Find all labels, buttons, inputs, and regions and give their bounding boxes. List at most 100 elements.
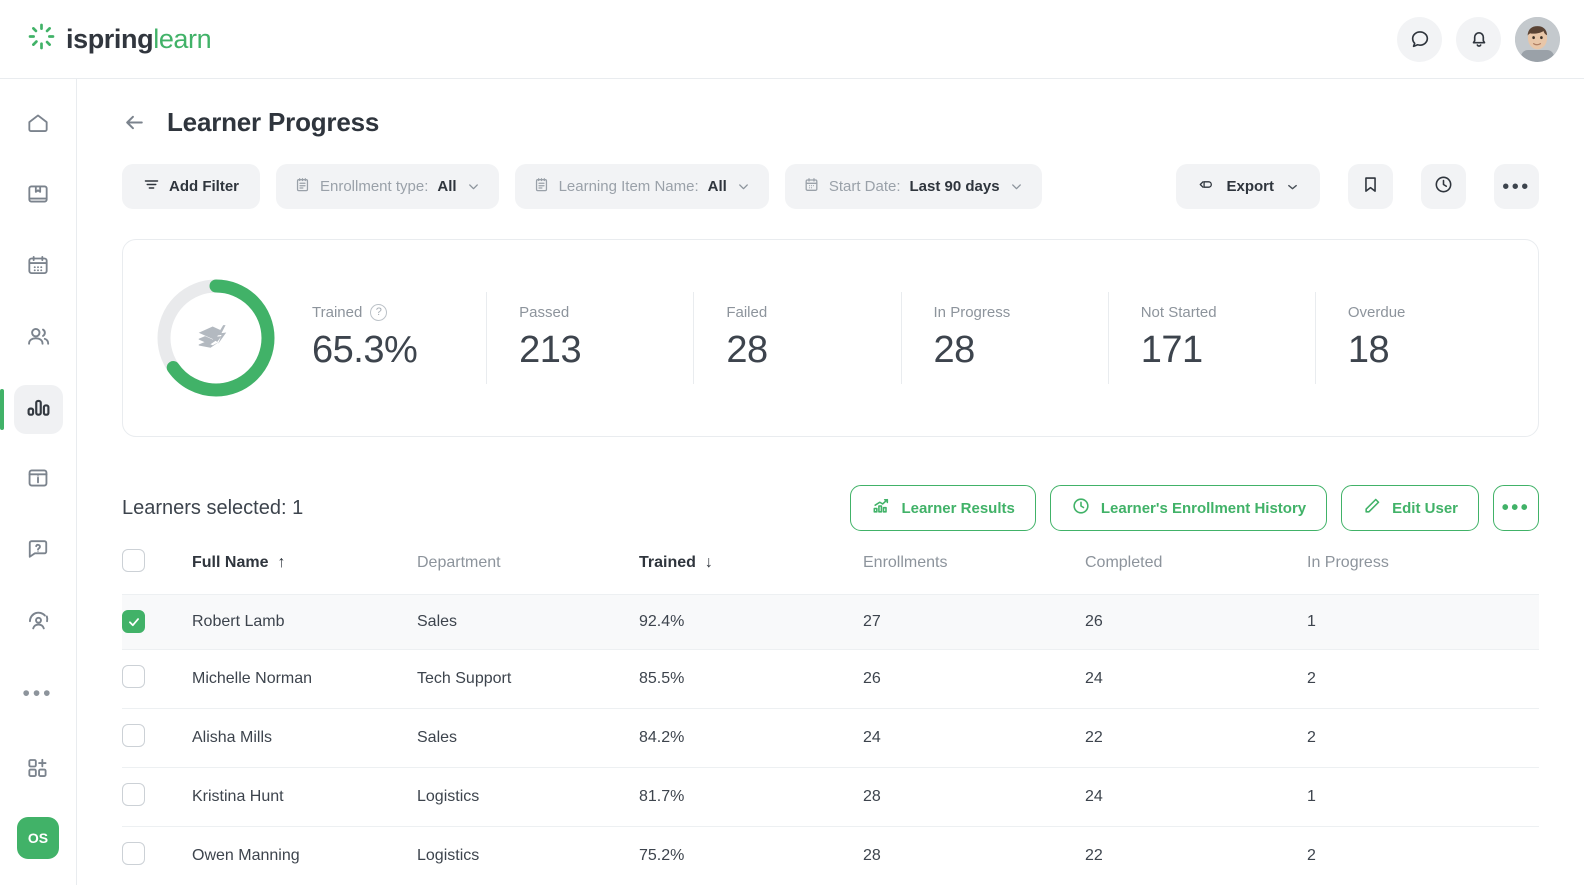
bell-icon[interactable] (1456, 17, 1501, 62)
header-completed[interactable]: Completed (1085, 549, 1307, 595)
stat-label-text: Failed (726, 304, 767, 321)
app-root: ispringlearn (0, 0, 1584, 885)
learners-selected-count: Learners selected: 1 (122, 497, 303, 520)
cell-trained: 84.2% (639, 708, 863, 767)
list-doc-icon (533, 176, 550, 198)
summary-card: Trained ? 65.3% Passed 213 Failed 28 In … (122, 239, 1539, 437)
sidebar-item-performance[interactable] (14, 598, 63, 647)
learner-results-button[interactable]: Learner Results (850, 485, 1035, 531)
header-full-name[interactable]: Full Name ↑ (192, 549, 417, 595)
chevron-down-icon (466, 179, 481, 194)
bookmark-button[interactable] (1348, 164, 1393, 209)
chevron-down-icon (736, 179, 751, 194)
starburst-icon (28, 23, 55, 55)
table-row[interactable]: Owen Manning Logistics 75.2% 28 22 2 (122, 826, 1539, 885)
table-row[interactable]: Michelle Norman Tech Support 85.5% 26 24… (122, 649, 1539, 708)
sort-desc-icon: ↓ (705, 554, 713, 572)
cell-department: Sales (417, 595, 639, 650)
sidebar: ••• OS (0, 79, 77, 885)
sidebar-item-home[interactable] (14, 101, 63, 150)
sidebar-item-info[interactable] (14, 456, 63, 505)
stat-label-text: Overdue (1348, 304, 1406, 321)
sidebar-item-apps[interactable] (14, 746, 63, 795)
row-checkbox[interactable] (122, 783, 145, 806)
filter-chip-label: Learning Item Name: (559, 178, 699, 195)
filter-chip-learning-item-name[interactable]: Learning Item Name: All (515, 164, 769, 209)
stat-value: 65.3% (312, 329, 486, 372)
row-checkbox[interactable] (122, 665, 145, 688)
row-checkbox[interactable] (122, 724, 145, 747)
header-label: Full Name (192, 554, 268, 572)
help-icon[interactable]: ? (370, 304, 387, 321)
main-content: Learner Progress Add Filter (77, 79, 1584, 885)
header-enrollments[interactable]: Enrollments (863, 549, 1085, 595)
question-bubble-icon (25, 536, 51, 567)
cell-completed: 24 (1085, 767, 1307, 826)
sidebar-item-calendar[interactable] (14, 243, 63, 292)
select-all-checkbox[interactable] (122, 549, 145, 572)
learners-table: Full Name ↑ Department Trained ↓ (122, 549, 1539, 885)
row-checkbox[interactable] (122, 610, 145, 633)
sidebar-item-users[interactable] (14, 314, 63, 363)
stat-passed: Passed 213 (486, 292, 693, 384)
layers-lightning-icon (154, 276, 278, 400)
row-select-cell (122, 826, 192, 885)
user-avatar[interactable] (1515, 17, 1560, 62)
export-label: Export (1226, 178, 1274, 195)
more-dots-icon: ••• (22, 683, 53, 704)
cell-trained: 85.5% (639, 649, 863, 708)
learner-enrollment-history-button[interactable]: Learner's Enrollment History (1050, 485, 1327, 531)
cell-completed: 22 (1085, 708, 1307, 767)
cell-in-progress: 2 (1307, 649, 1539, 708)
select-all-header (122, 549, 192, 595)
table-row[interactable]: Kristina Hunt Logistics 81.7% 28 24 1 (122, 767, 1539, 826)
cell-completed: 26 (1085, 595, 1307, 650)
chat-bubble-icon[interactable] (1397, 17, 1442, 62)
add-filter-label: Add Filter (169, 178, 239, 195)
cell-enrollments: 26 (863, 649, 1085, 708)
brand-name-primary: ispring (66, 24, 153, 54)
filter-chip-enrollment-type[interactable]: Enrollment type: All (276, 164, 499, 209)
export-icon (1196, 176, 1215, 197)
sidebar-item-reports[interactable] (14, 385, 63, 434)
sidebar-item-more[interactable]: ••• (14, 669, 63, 718)
header-trained[interactable]: Trained ↓ (639, 549, 863, 595)
cell-trained: 92.4% (639, 595, 863, 650)
chevron-down-icon (1009, 179, 1024, 194)
header-department[interactable]: Department (417, 549, 639, 595)
stat-value: 171 (1141, 329, 1315, 372)
brand-logo[interactable]: ispringlearn (28, 23, 211, 55)
performance-gauge-icon (25, 607, 52, 639)
row-checkbox[interactable] (122, 842, 145, 865)
sidebar-item-courses[interactable] (14, 172, 63, 221)
add-filter-button[interactable]: Add Filter (122, 164, 260, 209)
back-arrow-icon[interactable] (122, 110, 147, 135)
stat-trained: Trained ? 65.3% (308, 292, 486, 384)
more-dots-icon: ••• (1502, 177, 1531, 197)
calendar-icon (25, 252, 51, 283)
export-button[interactable]: Export (1176, 164, 1320, 209)
cell-completed: 24 (1085, 649, 1307, 708)
header-label: Enrollments (863, 554, 947, 571)
edit-user-button[interactable]: Edit User (1341, 485, 1479, 531)
header-in-progress[interactable]: In Progress (1307, 549, 1539, 595)
table-row[interactable]: Alisha Mills Sales 84.2% 24 22 2 (122, 708, 1539, 767)
learner-enrollment-history-label: Learner's Enrollment History (1101, 500, 1306, 517)
cell-enrollments: 24 (863, 708, 1085, 767)
account-initials-badge[interactable]: OS (17, 817, 59, 859)
header-label: Trained (639, 554, 696, 572)
stat-value: 28 (934, 329, 1108, 372)
book-bookmark-icon (25, 181, 51, 212)
stat-in-progress: In Progress 28 (901, 292, 1108, 384)
cell-trained: 75.2% (639, 826, 863, 885)
top-bar: ispringlearn (0, 0, 1584, 79)
sidebar-item-help[interactable] (14, 527, 63, 576)
filter-chip-label: Enrollment type: (320, 178, 428, 195)
selection-more-button[interactable]: ••• (1493, 485, 1539, 531)
table-row[interactable]: Robert Lamb Sales 92.4% 27 26 1 (122, 595, 1539, 650)
more-options-button[interactable]: ••• (1494, 164, 1539, 209)
cell-completed: 22 (1085, 826, 1307, 885)
cell-department: Sales (417, 708, 639, 767)
history-button[interactable] (1421, 164, 1466, 209)
filter-chip-start-date[interactable]: Start Date: Last 90 days (785, 164, 1042, 209)
